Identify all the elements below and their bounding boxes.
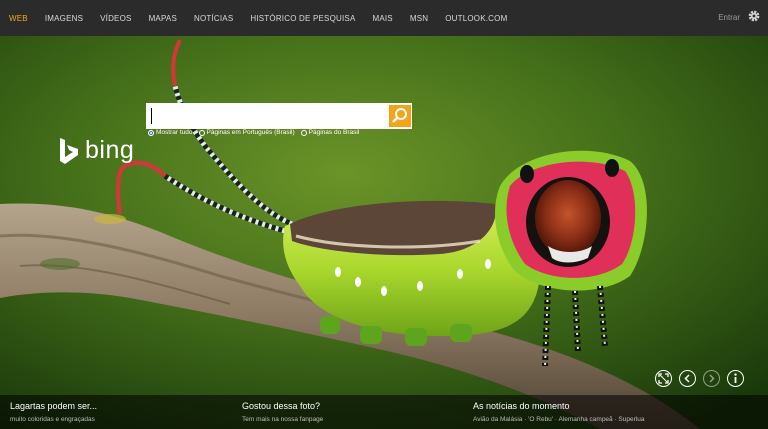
highlight-fanpage[interactable]: Gostou dessa foto? Tem mais na nossa fan…: [242, 401, 323, 423]
radio-icon[interactable]: [148, 129, 154, 136]
bing-logo[interactable]: bing: [58, 136, 134, 165]
caterpillar-photo: [0, 36, 768, 429]
highlight-subtitle[interactable]: Avião da Malásia · 'O Rebu' · Alemanha c…: [473, 416, 644, 423]
info-icon[interactable]: [727, 370, 744, 387]
signin-link[interactable]: Entrar: [718, 13, 740, 22]
nav-outlook[interactable]: OUTLOOK.COM: [445, 14, 507, 23]
footer-highlights: Lagartas podem ser... muito coloridas e …: [0, 395, 768, 429]
nav-noticias[interactable]: NOTÍCIAS: [194, 14, 233, 23]
text-cursor: [151, 108, 152, 124]
scope-label: Páginas do Brasil: [308, 129, 360, 136]
nav-menu: WEB IMAGENS VÍDEOS MAPAS NOTÍCIAS HISTÓR…: [0, 14, 524, 23]
nav-mais[interactable]: MAIS: [372, 14, 392, 23]
top-navigation-bar: WEB IMAGENS VÍDEOS MAPAS NOTÍCIAS HISTÓR…: [0, 0, 768, 36]
previous-icon[interactable]: [679, 370, 696, 387]
nav-historico[interactable]: HISTÓRICO DE PESQUISA: [250, 14, 355, 23]
scope-option-all[interactable]: Mostrar tudo: [148, 129, 193, 136]
bing-b-icon: [60, 137, 78, 164]
background-image: bing Mostrar tudo Páginas em Português (…: [0, 36, 768, 429]
search-input[interactable]: [146, 103, 384, 129]
highlight-caterpillars[interactable]: Lagartas podem ser... muito coloridas e …: [10, 401, 97, 423]
scope-option-portuguese[interactable]: Páginas em Português (Brasil): [198, 129, 295, 136]
logo-text: bing: [85, 136, 135, 164]
nav-imagens[interactable]: IMAGENS: [45, 14, 83, 23]
nav-videos[interactable]: VÍDEOS: [100, 14, 131, 23]
nav-web[interactable]: WEB: [9, 14, 28, 23]
scope-option-brazil[interactable]: Páginas do Brasil: [300, 129, 360, 136]
highlight-subtitle[interactable]: muito coloridas e engraçadas: [10, 416, 97, 423]
gear-icon[interactable]: [746, 8, 762, 24]
scope-label: Mostrar tudo: [156, 129, 193, 136]
highlight-subtitle[interactable]: Tem mais na nossa fanpage: [242, 416, 323, 423]
fullscreen-icon[interactable]: [655, 370, 672, 387]
radio-icon[interactable]: [300, 129, 307, 136]
search-scope-options: Mostrar tudo Páginas em Português (Brasi…: [148, 129, 359, 136]
highlight-title[interactable]: Lagartas podem ser...: [10, 401, 97, 411]
radio-icon[interactable]: [198, 129, 205, 136]
highlight-title[interactable]: Gostou dessa foto?: [242, 401, 323, 411]
highlight-news[interactable]: As notícias do momento Avião da Malásia …: [473, 401, 644, 423]
next-icon[interactable]: [703, 370, 720, 387]
highlight-title[interactable]: As notícias do momento: [473, 401, 644, 411]
nav-mapas[interactable]: MAPAS: [149, 14, 177, 23]
nav-msn[interactable]: MSN: [410, 14, 428, 23]
magnifier-icon: [392, 108, 407, 123]
scope-label: Páginas em Português (Brasil): [206, 129, 295, 136]
search-box: [146, 103, 412, 129]
search-button[interactable]: [389, 105, 411, 127]
